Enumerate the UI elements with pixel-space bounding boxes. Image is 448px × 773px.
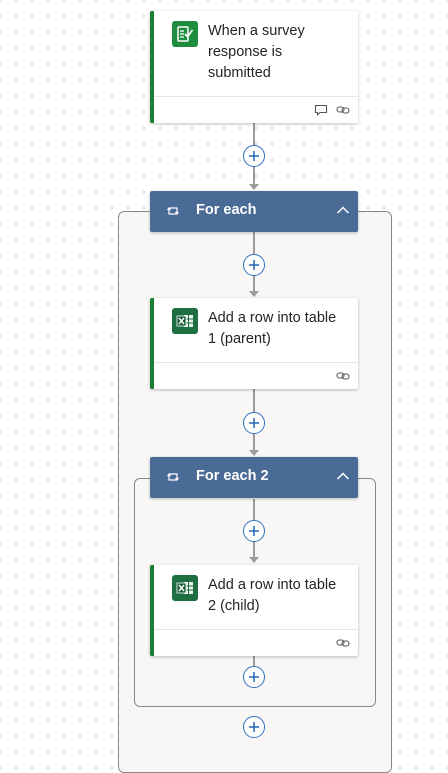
plus-icon xyxy=(249,418,259,428)
chevron-up-icon[interactable] xyxy=(336,205,350,215)
connector-arrow xyxy=(249,184,259,190)
card-footer xyxy=(154,96,358,123)
link-icon[interactable] xyxy=(336,370,350,382)
card-footer xyxy=(154,362,358,389)
connector-arrow xyxy=(249,291,259,297)
for-each-header[interactable]: For each xyxy=(150,191,358,232)
plus-icon xyxy=(249,260,259,270)
action-card-table-2[interactable]: Add a row into table 2 (child) xyxy=(150,565,358,656)
connector-arrow xyxy=(249,557,259,563)
trigger-title: When a survey response is submitted xyxy=(208,23,305,81)
forms-icon xyxy=(172,21,198,47)
action-card-table-1[interactable]: Add a row into table 1 (parent) xyxy=(150,298,358,389)
add-step-button[interactable] xyxy=(243,666,265,688)
excel-icon xyxy=(172,575,198,601)
plus-icon xyxy=(249,526,259,536)
add-step-button[interactable] xyxy=(243,716,265,738)
plus-icon xyxy=(249,672,259,682)
action-title: Add a row into table 1 (parent) xyxy=(208,310,337,347)
plus-icon xyxy=(249,722,259,732)
for-each-2-header[interactable]: For each 2 xyxy=(150,457,358,498)
connector-arrow xyxy=(249,450,259,456)
card-footer xyxy=(154,629,358,656)
action-title: Add a row into table 2 (child) xyxy=(208,577,337,614)
trigger-card[interactable]: When a survey response is submitted xyxy=(150,11,358,123)
comment-icon[interactable] xyxy=(314,104,328,116)
link-icon[interactable] xyxy=(336,637,350,649)
plus-icon xyxy=(249,151,259,161)
link-icon[interactable] xyxy=(336,104,350,116)
add-step-button[interactable] xyxy=(243,412,265,434)
loop-icon xyxy=(167,473,179,481)
add-step-button[interactable] xyxy=(243,145,265,167)
add-step-button[interactable] xyxy=(243,520,265,542)
connector-line xyxy=(253,656,255,666)
add-step-button[interactable] xyxy=(243,254,265,276)
excel-icon xyxy=(172,308,198,334)
for-each-2-title: For each 2 xyxy=(196,468,269,484)
loop-icon xyxy=(167,207,179,215)
for-each-title: For each xyxy=(196,202,257,218)
chevron-up-icon[interactable] xyxy=(336,471,350,481)
